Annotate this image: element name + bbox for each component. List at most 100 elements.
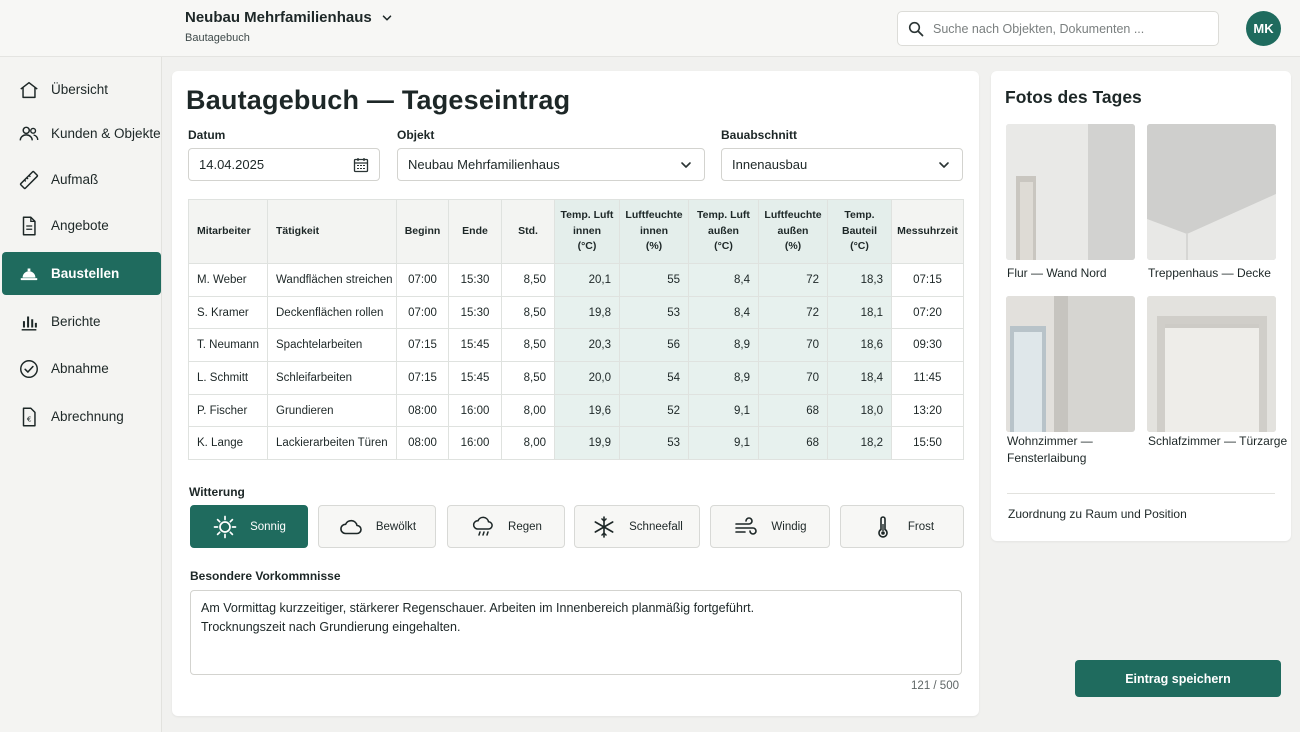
sidebar-item-label: Baustellen (51, 266, 120, 281)
table-cell: 8,00 (501, 393, 555, 428)
date-field[interactable]: 14.04.2025 (188, 148, 380, 181)
calendar-icon[interactable] (353, 157, 369, 173)
col-header: Std. (501, 199, 555, 264)
table-cell: 07:00 (396, 295, 449, 330)
bar-chart-icon (21, 316, 37, 331)
table-cell: 15:45 (448, 361, 502, 395)
construction-icon (20, 268, 38, 280)
sidebar-item-label: Übersicht (51, 82, 109, 97)
table-row[interactable]: M. Weber Wandflächen streichen 07:00 15:30 8… (188, 263, 964, 297)
sidebar: Übersicht Kunden & Objekte Aufmaß Angebo… (0, 57, 162, 732)
chevron-down-icon (939, 161, 949, 168)
col-header: Luftfeuchte innen (%) (619, 199, 689, 264)
table-cell: Wandflächen streichen (267, 263, 397, 297)
sidebar-item-uebersicht[interactable]: Übersicht (2, 68, 161, 111)
diary-entry-panel: Bautagebuch — Tageseintrag Datum 14.04.2… (172, 71, 979, 716)
table-row[interactable]: P. Fischer Grundieren 08:00 16:00 8,00 19,6 52… (188, 393, 964, 428)
project-title[interactable]: Neubau Mehrfamilienhaus (185, 9, 372, 26)
col-header: Tätigkeit (267, 199, 397, 264)
section-value: Innenausbau (732, 157, 808, 172)
table-row[interactable]: S. Kramer Deckenflächen rollen 07:00 15:30 8… (188, 295, 964, 330)
object-label: Objekt (397, 128, 435, 142)
table-row[interactable]: T. Neumann Spachtelarbeiten 07:15 15:45 8,50… (188, 328, 964, 363)
weather-option-label: Regen (508, 520, 542, 533)
cloud-icon (340, 519, 362, 534)
invoice-icon: € (22, 407, 36, 426)
col-header: Temp. Luft innen (°C) (554, 199, 620, 264)
avatar[interactable]: MK (1246, 11, 1281, 46)
staff-measurements-table: Mitarbeiter Tätigkeit Beginn Ende Std. T… (188, 199, 964, 461)
table-cell: 18,3 (827, 263, 892, 297)
table-cell: Lackierarbeiten Türen (267, 426, 397, 461)
search-input[interactable] (933, 21, 1203, 36)
table-cell: 11:45 (891, 361, 964, 395)
notes-label: Besondere Vorkommnisse (190, 569, 341, 583)
table-cell: 20,3 (554, 328, 620, 363)
sidebar-item-baustellen[interactable]: Baustellen (2, 252, 161, 295)
wind-icon (735, 516, 758, 535)
object-select[interactable]: Neubau Mehrfamilienhaus (397, 148, 705, 181)
table-cell: 70 (758, 361, 828, 395)
table-cell: K. Lange (188, 426, 268, 461)
sidebar-item-label: Aufmaß (51, 172, 99, 187)
table-cell: P. Fischer (188, 393, 268, 428)
search-box[interactable] (897, 11, 1219, 46)
weather-option-regen[interactable]: Regen (447, 505, 565, 548)
photo-caption: Wohnzimmer — Fensterlaibung (1007, 434, 1093, 465)
sidebar-item-aufmass[interactable]: Aufmaß (2, 158, 161, 201)
save-entry-button[interactable]: Eintrag speichern (1075, 660, 1281, 697)
sidebar-item-label: Angebote (51, 218, 109, 233)
char-counter: 121 / 500 (911, 680, 959, 692)
photo-thumbnail[interactable] (1147, 124, 1276, 260)
table-cell: Schleifarbeiten (267, 361, 397, 395)
table-cell: 15:45 (448, 328, 502, 363)
photo-thumbnail[interactable] (1006, 124, 1135, 260)
home-icon (20, 81, 38, 98)
object-value: Neubau Mehrfamilienhaus (408, 157, 560, 172)
section-select[interactable]: Innenausbau (721, 148, 963, 181)
table-row[interactable]: L. Schmitt Schleifarbeiten 07:15 15:45 8,50 2… (188, 361, 964, 395)
date-label: Datum (188, 128, 226, 142)
photo-thumbnail[interactable] (1006, 296, 1135, 432)
sidebar-item-kunden-objekte[interactable]: Kunden & Objekte (2, 112, 161, 155)
table-row[interactable]: K. Lange Lackierarbeiten Türen 08:00 16:00 8… (188, 426, 964, 461)
document-icon (22, 216, 36, 235)
assign-room-link[interactable]: Zuordnung zu Raum und Position (1008, 507, 1187, 521)
table-cell: 13:20 (891, 393, 964, 428)
room-photo (1147, 124, 1276, 260)
table-cell: 20,0 (554, 361, 620, 395)
col-header: Luftfeuchte außen (%) (758, 199, 828, 264)
table-cell: 18,1 (827, 295, 892, 330)
weather-option-windig[interactable]: Windig (710, 505, 830, 548)
project-selector[interactable]: Neubau Mehrfamilienhaus Bautagebuch (185, 9, 394, 44)
sidebar-item-angebote[interactable]: Angebote (2, 204, 161, 247)
col-header: Messuhrzeit (891, 199, 964, 264)
sidebar-item-abnahme[interactable]: Abnahme (2, 347, 161, 390)
weather-option-bewoelkt[interactable]: Bewölkt (318, 505, 436, 548)
sidebar-item-berichte[interactable]: Berichte (2, 300, 161, 343)
chevron-down-icon[interactable] (380, 11, 394, 25)
photo-thumbnail[interactable] (1147, 296, 1276, 432)
weather-option-frost[interactable]: Frost (840, 505, 964, 548)
table-cell: 8,4 (688, 295, 759, 330)
table-cell: 18,6 (827, 328, 892, 363)
table-cell: Grundieren (267, 393, 397, 428)
table-cell: 15:50 (891, 426, 964, 461)
sidebar-item-label: Abnahme (51, 361, 109, 376)
table-cell: 16:00 (448, 426, 502, 461)
weather-option-label: Sonnig (250, 520, 286, 533)
table-cell: 07:15 (396, 361, 449, 395)
weather-option-schneefall[interactable]: Schneefall (574, 505, 700, 548)
table-cell: 9,1 (688, 393, 759, 428)
table-cell: 09:30 (891, 328, 964, 363)
sidebar-item-label: Kunden & Objekte (51, 126, 161, 141)
check-circle-icon (20, 359, 38, 378)
table-cell: 19,8 (554, 295, 620, 330)
room-photo (1006, 296, 1135, 432)
weather-option-sonnig[interactable]: Sonnig (190, 505, 308, 548)
sidebar-item-abrechnung[interactable]: € Abrechnung (2, 395, 161, 438)
table-cell: 52 (619, 393, 689, 428)
table-cell: 8,9 (688, 361, 759, 395)
page-title: Bautagebuch — Tageseintrag (186, 85, 571, 115)
notes-textarea[interactable]: Am Vormittag kurzzeitiger, stärkerer Reg… (190, 590, 962, 675)
